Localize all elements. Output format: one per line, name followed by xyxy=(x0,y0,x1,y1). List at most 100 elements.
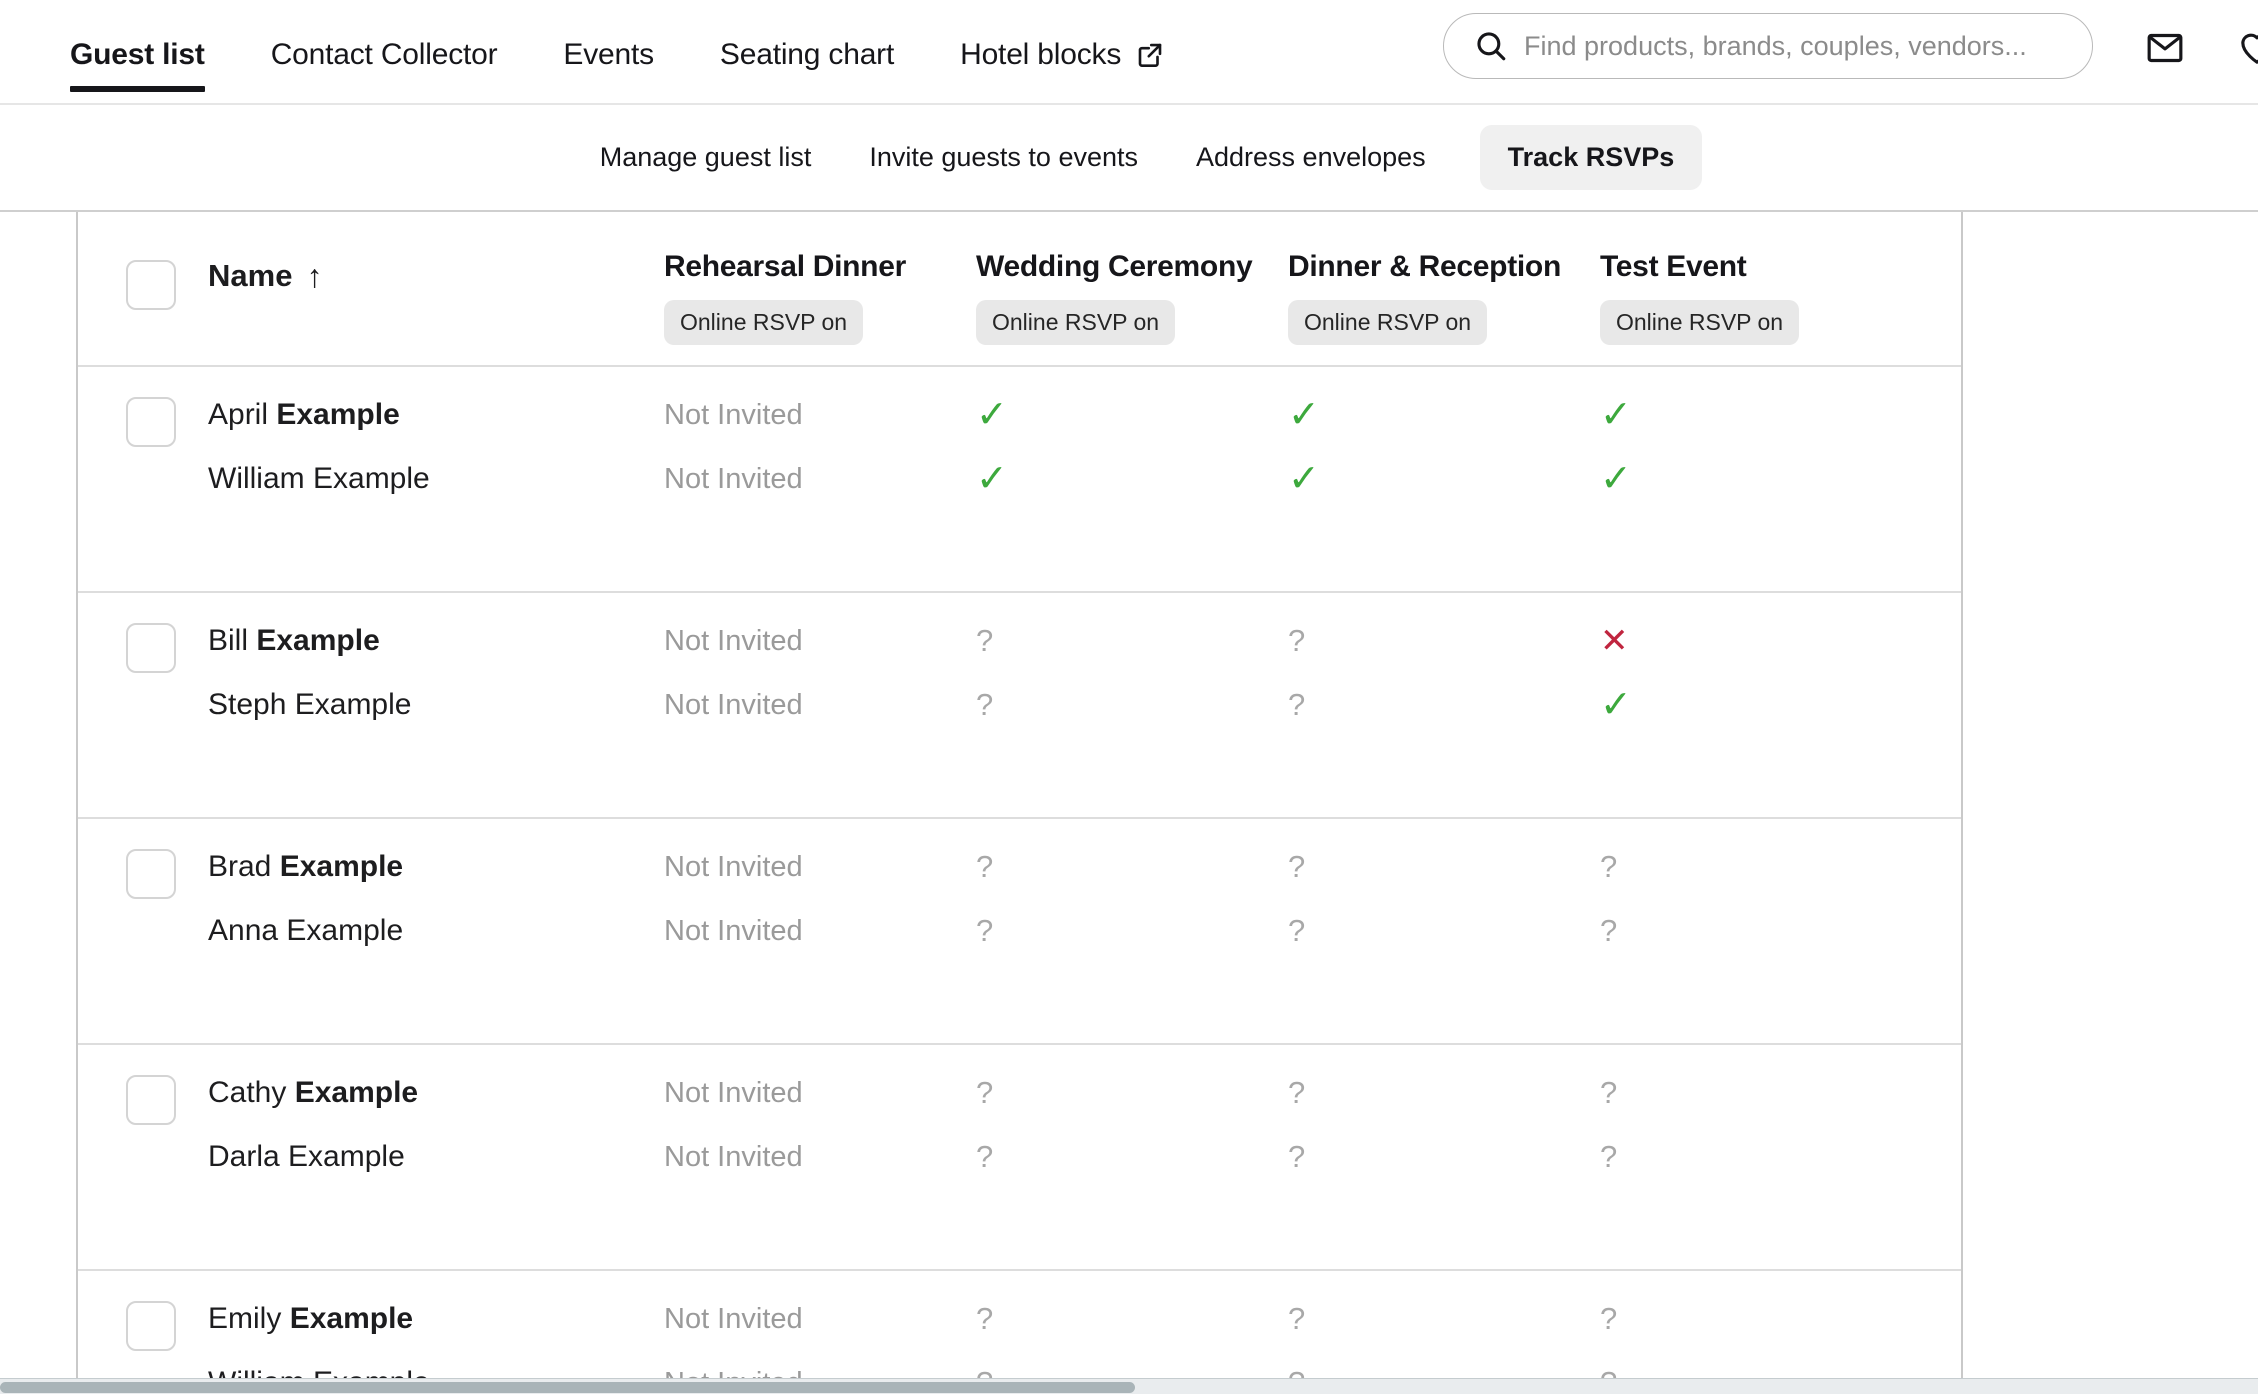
rsvp-status-cell[interactable]: ✓ xyxy=(976,457,1288,501)
table-row[interactable]: April Example Not Invited ✓ ✓ ✓ xyxy=(78,393,1961,457)
not-invited-label: Not Invited xyxy=(664,1141,803,1173)
heart-icon[interactable] xyxy=(2237,28,2258,68)
guest-name: Steph Example xyxy=(208,683,411,727)
global-search-box[interactable] xyxy=(1443,13,2093,79)
table-row[interactable]: Darla Example Not Invited??? xyxy=(78,1135,1961,1199)
table-row[interactable]: Brad Example Not Invited??? xyxy=(78,845,1961,909)
row-name-cell: Bill Example xyxy=(78,619,664,673)
table-row[interactable]: Steph Example Not Invited?? ✓ xyxy=(78,683,1961,747)
rsvp-status-cell[interactable]: ? xyxy=(1600,845,1900,889)
rsvp-status-cell[interactable]: ✓ xyxy=(976,393,1288,437)
rsvp-status-cell[interactable]: ? xyxy=(1600,1297,1900,1341)
nav-tab-seating-chart[interactable]: Seating chart xyxy=(720,0,894,104)
row-select-checkbox[interactable] xyxy=(126,623,176,673)
rsvp-status-cell[interactable]: ? xyxy=(976,1135,1288,1179)
nav-tab-hotel-blocks[interactable]: Hotel blocks xyxy=(960,0,1165,104)
nav-tab-label: Guest list xyxy=(70,37,205,71)
row-name-cell: April Example xyxy=(78,393,664,447)
subnav-item-track-rsvps[interactable]: Track RSVPs xyxy=(1479,125,1703,190)
table-row[interactable]: Cathy Example Not Invited??? xyxy=(78,1071,1961,1135)
rsvp-status-cell[interactable]: ✓ xyxy=(1600,393,1900,437)
rsvp-status-cell[interactable]: Not Invited xyxy=(664,1071,976,1115)
rsvp-status-cell[interactable]: ? xyxy=(1288,1135,1600,1179)
rsvp-status-cell[interactable]: ✓ xyxy=(1600,683,1900,727)
rsvp-unknown-question-icon: ? xyxy=(1600,1139,1618,1174)
rsvp-yes-check-icon: ✓ xyxy=(1288,394,1320,436)
not-invited-label: Not Invited xyxy=(664,851,803,883)
subnav-item-invite-guests-to-events[interactable]: Invite guests to events xyxy=(865,128,1142,187)
nav-tab-events[interactable]: Events xyxy=(563,0,654,104)
rsvp-status-cell[interactable]: ? xyxy=(976,909,1288,953)
event-title: Wedding Ceremony xyxy=(976,250,1253,283)
guest-last-name: Example xyxy=(256,624,380,657)
rsvp-unknown-question-icon: ? xyxy=(1600,849,1618,884)
row-name-cell: Darla Example xyxy=(78,1135,664,1179)
rsvp-status-cell[interactable]: ✕ xyxy=(1600,619,1900,663)
rsvp-status-cell[interactable]: Not Invited xyxy=(664,683,976,727)
rsvp-status-cell[interactable]: ? xyxy=(976,1297,1288,1341)
subnav-item-manage-guest-list[interactable]: Manage guest list xyxy=(596,128,816,187)
search-icon xyxy=(1474,29,1508,63)
nav-tab-label: Events xyxy=(563,37,654,71)
rsvp-status-cell[interactable]: ? xyxy=(1600,909,1900,953)
nav-tab-contact-collector[interactable]: Contact Collector xyxy=(271,0,498,104)
guest-party-group: Bill Example Not Invited?? ✕ Steph Example N… xyxy=(78,593,1961,819)
horizontal-scrollbar-thumb[interactable] xyxy=(0,1382,1135,1393)
rsvp-status-cell[interactable]: ? xyxy=(1600,1135,1900,1179)
rsvp-status-cell[interactable]: ? xyxy=(976,845,1288,889)
row-select-checkbox[interactable] xyxy=(126,849,176,899)
rsvp-status-cell[interactable]: Not Invited xyxy=(664,393,976,437)
rsvp-yes-check-icon: ✓ xyxy=(1288,458,1320,500)
row-select-checkbox[interactable] xyxy=(126,1075,176,1125)
guest-last-name: Example xyxy=(294,688,412,721)
select-all-checkbox[interactable] xyxy=(126,260,176,310)
rsvp-status-cell[interactable]: ? xyxy=(976,1071,1288,1115)
guest-party-group: April Example Not Invited ✓ ✓ ✓ William Examp… xyxy=(78,367,1961,593)
rsvp-yes-check-icon: ✓ xyxy=(1600,684,1632,726)
rsvp-status-cell[interactable]: Not Invited xyxy=(664,909,976,953)
row-select-checkbox[interactable] xyxy=(126,1301,176,1351)
rsvp-unknown-question-icon: ? xyxy=(1288,623,1306,658)
table-row[interactable]: William Example Not Invited ✓ ✓ ✓ xyxy=(78,457,1961,521)
rsvp-unknown-question-icon: ? xyxy=(976,1301,994,1336)
rsvp-status-cell[interactable]: Not Invited xyxy=(664,1135,976,1179)
rsvp-status-cell[interactable]: Not Invited xyxy=(664,457,976,501)
name-sort-header[interactable]: Name ↑ xyxy=(208,250,322,294)
subnav-item-address-envelopes[interactable]: Address envelopes xyxy=(1192,128,1430,187)
horizontal-scrollbar[interactable] xyxy=(0,1378,2258,1394)
rsvp-status-cell[interactable]: ✓ xyxy=(1288,393,1600,437)
mail-icon[interactable] xyxy=(2145,28,2185,68)
table-row[interactable]: Bill Example Not Invited?? ✕ xyxy=(78,619,1961,683)
rsvp-table: Name ↑ Rehearsal Dinner Online RSVP on Wed… xyxy=(76,212,1963,1384)
nav-tab-guest-list[interactable]: Guest list xyxy=(70,0,205,104)
rsvp-status-cell[interactable]: Not Invited xyxy=(664,619,976,663)
rsvp-unknown-question-icon: ? xyxy=(1288,1139,1306,1174)
event-title: Test Event xyxy=(1600,250,1747,283)
row-select-checkbox[interactable] xyxy=(126,397,176,447)
guest-first-name: Steph xyxy=(208,688,287,721)
rsvp-status-cell[interactable]: ? xyxy=(1288,1297,1600,1341)
rsvp-status-cell[interactable]: ? xyxy=(1600,1071,1900,1115)
rsvp-status-cell[interactable]: Not Invited xyxy=(664,1297,976,1341)
table-row[interactable]: Emily Example Not Invited??? xyxy=(78,1297,1961,1361)
search-input[interactable] xyxy=(1524,30,2072,62)
not-invited-label: Not Invited xyxy=(664,1077,803,1109)
rsvp-status-cell[interactable]: Not Invited xyxy=(664,845,976,889)
online-rsvp-badge: Online RSVP on xyxy=(1288,300,1488,345)
nav-tab-label: Seating chart xyxy=(719,37,895,71)
table-row[interactable]: Anna Example Not Invited??? xyxy=(78,909,1961,973)
rsvp-status-cell[interactable]: ? xyxy=(1288,619,1600,663)
rsvp-status-cell[interactable]: ✓ xyxy=(1288,457,1600,501)
row-name-cell: Brad Example xyxy=(78,845,664,899)
subnav-items: Manage guest list Invite guests to events… xyxy=(596,125,1703,190)
rsvp-status-cell[interactable]: ? xyxy=(1288,909,1600,953)
guest-name: Brad Example xyxy=(208,845,403,889)
rsvp-status-cell[interactable]: ? xyxy=(976,619,1288,663)
rsvp-status-cell[interactable]: ? xyxy=(1288,683,1600,727)
header-name-column: Name ↑ xyxy=(78,250,664,310)
rsvp-status-cell[interactable]: ? xyxy=(1288,1071,1600,1115)
rsvp-status-cell[interactable]: ? xyxy=(1288,845,1600,889)
rsvp-status-cell[interactable]: ✓ xyxy=(1600,457,1900,501)
rsvp-status-cell[interactable]: ? xyxy=(976,683,1288,727)
event-column-header: Wedding Ceremony Online RSVP on xyxy=(976,250,1288,345)
